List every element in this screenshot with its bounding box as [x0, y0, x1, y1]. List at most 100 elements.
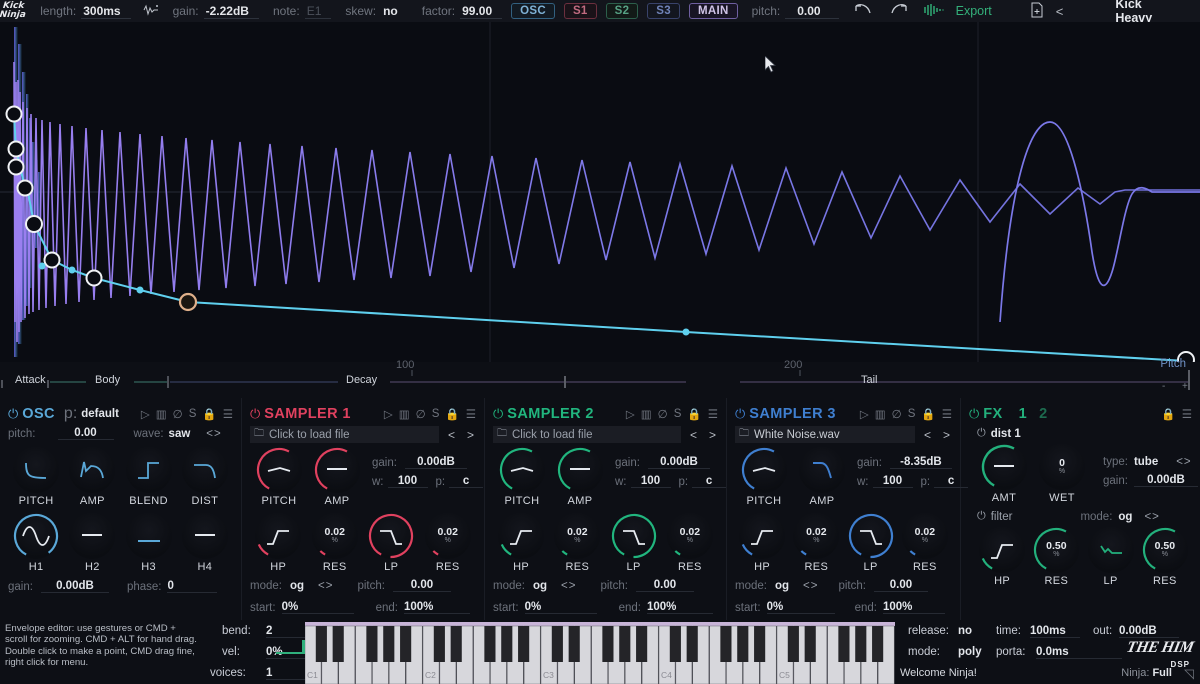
tab-s1[interactable]: S1: [563, 3, 597, 19]
knob-fx-hp[interactable]: HP: [975, 527, 1029, 587]
solo-icon[interactable]: S: [432, 408, 440, 420]
fx-mode-nav[interactable]: <>: [1144, 511, 1159, 523]
sampler2-p-value[interactable]: c: [692, 475, 727, 488]
redo-arrow-icon[interactable]: [889, 2, 909, 20]
tab-s2[interactable]: S2: [605, 3, 639, 19]
sampler2-mode-nav[interactable]: <>: [561, 580, 576, 592]
phase-invert-icon[interactable]: ∅: [416, 407, 426, 421]
lock-icon[interactable]: 🔒: [445, 407, 459, 421]
knob-fx-amt[interactable]: AMT: [975, 444, 1033, 504]
sampler1-end-value[interactable]: 100%: [403, 601, 470, 614]
play-icon[interactable]: ▷: [626, 407, 635, 421]
sampler3-w-value[interactable]: 100: [872, 475, 913, 488]
tab-main[interactable]: MAIN: [688, 3, 738, 19]
envelope-editor-canvas[interactable]: [0, 22, 1200, 362]
osc-wave-nav[interactable]: <>: [206, 428, 221, 440]
power-icon[interactable]: ⏻: [493, 406, 503, 422]
tab-osc[interactable]: OSC: [511, 3, 555, 19]
pitch-value[interactable]: 0.00: [785, 4, 839, 19]
sampler2-end-value[interactable]: 100%: [646, 601, 713, 614]
power-icon[interactable]: ⏻: [735, 406, 745, 422]
osc-phase-value[interactable]: 0: [167, 580, 218, 593]
power-icon[interactable]: ⏻: [8, 406, 18, 422]
knob-s3-res-lp[interactable]: 0.02 % RES: [898, 513, 952, 573]
voice-mode-value[interactable]: poly: [958, 646, 982, 658]
knob-s1-res-lp[interactable]: 0.02 % RES: [420, 513, 477, 573]
fx-tab-2[interactable]: 2: [1039, 406, 1047, 422]
knob-fx-lp[interactable]: LP: [1084, 527, 1138, 587]
ruler-segment-body[interactable]: Body: [95, 374, 120, 386]
knob-s3-res-hp[interactable]: 0.02 % RES: [789, 513, 843, 573]
zoom-out-button[interactable]: -: [1162, 381, 1165, 392]
factor-value[interactable]: 99.00: [460, 4, 503, 19]
solo-icon[interactable]: S: [908, 408, 916, 420]
sampler3-gain-value[interactable]: -8.35dB: [889, 456, 952, 469]
knob-s2-amp[interactable]: AMP: [551, 447, 609, 507]
osc-preset-value[interactable]: default: [81, 408, 119, 420]
knob-s2-res-hp[interactable]: 0.02 % RES: [549, 513, 605, 573]
solo-icon[interactable]: S: [674, 408, 682, 420]
power-icon[interactable]: ⏻: [977, 427, 986, 440]
sampler1-gain-value[interactable]: 0.00dB: [404, 456, 467, 469]
menu-icon[interactable]: ☰: [708, 407, 718, 421]
fx-type-value[interactable]: tube: [1134, 456, 1158, 468]
lock-icon[interactable]: 🔒: [921, 407, 935, 421]
fx-mode-value[interactable]: og: [1118, 511, 1132, 523]
keyboard-icon[interactable]: ▥: [875, 407, 886, 421]
envelope-ruler[interactable]: [0, 362, 1200, 398]
osc-gain-value[interactable]: 0.00dB: [40, 580, 109, 593]
sampler3-prev-sample[interactable]: <: [924, 428, 931, 442]
knob-s1-res-hp[interactable]: 0.02 % RES: [307, 513, 364, 573]
sampler3-end-value[interactable]: 100%: [882, 601, 945, 614]
time-value[interactable]: 100ms: [1030, 625, 1080, 638]
solo-icon[interactable]: S: [189, 408, 197, 420]
menu-icon[interactable]: ☰: [466, 407, 476, 421]
sampler1-p-value[interactable]: c: [449, 475, 484, 488]
knob-osc-pitch[interactable]: PITCH: [8, 447, 64, 507]
fx-tab-1[interactable]: 1: [1019, 406, 1027, 422]
lock-icon[interactable]: 🔒: [1161, 407, 1175, 421]
length-value[interactable]: 300ms: [81, 4, 131, 19]
sampler2-w-value[interactable]: 100: [630, 475, 671, 488]
knob-osc-h4[interactable]: H4: [177, 513, 233, 573]
sampler3-file-slot[interactable]: 🗀 White Noise.wav: [735, 426, 915, 443]
sampler2-prev-sample[interactable]: <: [690, 428, 697, 442]
sampler3-mode-nav[interactable]: <>: [803, 580, 818, 592]
sampler1-mode-nav[interactable]: <>: [318, 580, 333, 592]
tab-s3[interactable]: S3: [647, 3, 680, 19]
knob-s2-pitch[interactable]: PITCH: [493, 447, 551, 507]
sampler2-file-slot[interactable]: 🗀 Click to load file: [493, 426, 681, 443]
keyboard-icon[interactable]: ▥: [399, 407, 410, 421]
knob-osc-h3[interactable]: H3: [121, 513, 177, 573]
sampler2-pitch-value[interactable]: 0.00: [635, 579, 694, 592]
knob-s1-hp[interactable]: HP: [250, 513, 307, 573]
power-icon[interactable]: ⏻: [969, 406, 979, 422]
sampler3-mode-value[interactable]: og: [775, 580, 789, 592]
phase-invert-icon[interactable]: ∅: [658, 407, 668, 421]
osc-wave-value[interactable]: saw: [169, 428, 191, 440]
knob-s1-lp[interactable]: LP: [363, 513, 420, 573]
sampler1-prev-sample[interactable]: <: [448, 428, 455, 442]
skew-value[interactable]: no: [381, 4, 408, 18]
play-icon[interactable]: ▷: [384, 407, 393, 421]
knob-s3-lp[interactable]: LP: [844, 513, 898, 573]
sampler3-next-sample[interactable]: >: [943, 428, 950, 442]
sampler1-file-slot[interactable]: 🗀 Click to load file: [250, 426, 439, 443]
waveform-icon[interactable]: [143, 4, 159, 19]
undo-arrow-icon[interactable]: [853, 2, 873, 20]
note-value[interactable]: E1: [304, 4, 332, 19]
sampler1-pitch-value[interactable]: 0.00: [392, 579, 451, 592]
knob-osc-dist[interactable]: DIST: [177, 447, 233, 507]
out-value[interactable]: 0.00dB: [1119, 625, 1179, 638]
sampler1-mode-value[interactable]: og: [290, 580, 304, 592]
knob-fx-wet[interactable]: 0 % WET: [1033, 444, 1091, 504]
menu-icon[interactable]: ☰: [223, 407, 233, 421]
resize-handle-icon[interactable]: ◹: [1184, 666, 1194, 682]
knob-s3-pitch[interactable]: PITCH: [735, 447, 793, 507]
ruler-segment-decay[interactable]: Decay: [346, 374, 377, 386]
sampler1-start-value[interactable]: 0%: [281, 601, 354, 614]
menu-icon[interactable]: ☰: [942, 407, 952, 421]
fx-type-nav[interactable]: <>: [1176, 456, 1191, 468]
play-icon[interactable]: ▷: [141, 407, 150, 421]
knob-fx-res-hp[interactable]: 0.50 % RES: [1029, 527, 1083, 587]
